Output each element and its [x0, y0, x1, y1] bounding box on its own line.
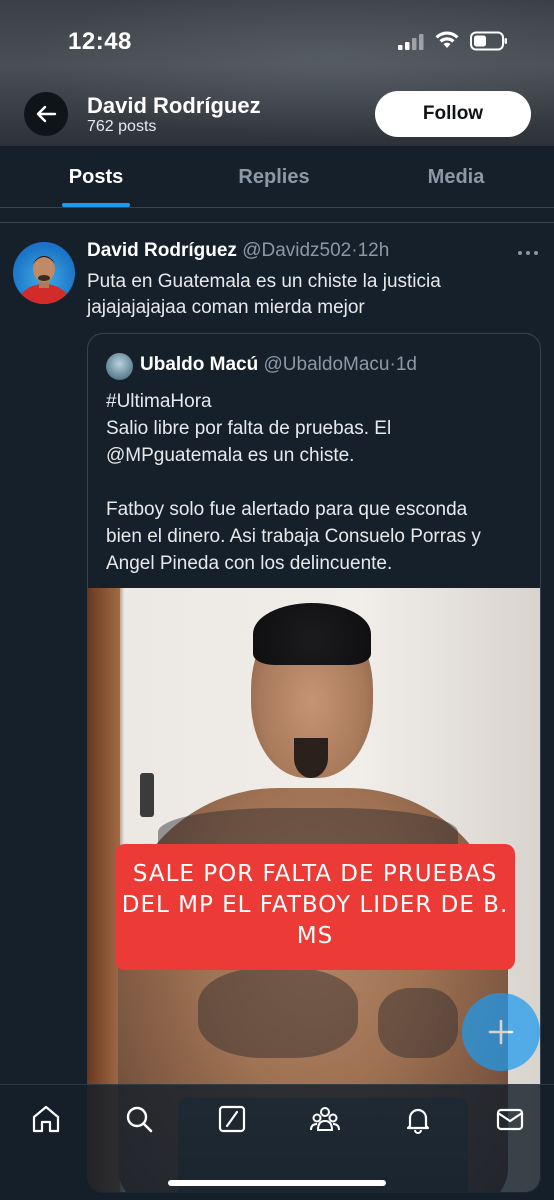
avatar-photo — [18, 256, 70, 304]
banner-line: SALE POR FALTA DE PRUEBAS — [132, 861, 498, 887]
communities-icon[interactable] — [309, 1103, 341, 1135]
tweet-author-handle[interactable]: @Davidz502 — [242, 240, 351, 261]
status-bar: 12:48 — [0, 0, 554, 80]
quoted-text-line: Salio libre por falta de pruebas. El — [106, 418, 392, 439]
tab-replies[interactable]: Replies — [178, 146, 370, 208]
tab-posts[interactable]: Posts — [0, 146, 192, 208]
quoted-author-avatar — [106, 353, 133, 380]
back-button[interactable] — [24, 92, 68, 136]
messages-icon[interactable] — [494, 1103, 526, 1135]
tattoo — [198, 968, 358, 1058]
status-time: 12:48 — [68, 28, 132, 55]
arrow-left-icon — [36, 105, 57, 123]
tweet-text-line: jajajajajajaa coman mierda mejor — [87, 297, 365, 318]
image-caption-banner: SALE POR FALTA DE PRUEBAS DEL MP EL FATB… — [115, 844, 515, 970]
person-goatee — [294, 738, 328, 778]
quoted-text-line: @MPguatemala es un chiste. — [106, 445, 355, 466]
divider — [0, 222, 554, 223]
follow-button[interactable]: Follow — [375, 91, 531, 137]
banner-line: MS — [296, 923, 334, 949]
quoted-author-handle: @UbaldoMacu — [263, 354, 390, 375]
profile-tabs: Posts Replies Media — [0, 146, 554, 208]
notifications-icon[interactable] — [402, 1103, 434, 1135]
post-count: 762 posts — [87, 118, 157, 135]
search-icon[interactable] — [123, 1103, 155, 1135]
tab-active-indicator — [62, 203, 130, 207]
tweet-time: 12h — [357, 240, 390, 261]
more-options-icon[interactable] — [516, 242, 540, 262]
quoted-text-line: bien el dinero. Asi trabaja Consuelo Por… — [106, 526, 481, 547]
tweet-text: Puta en Guatemala es un chiste la justic… — [87, 269, 527, 321]
plus-icon — [488, 1019, 514, 1045]
tweet-author-name[interactable]: David Rodríguez — [87, 240, 237, 261]
tweet-header: David Rodríguez @Davidz502·12h — [87, 240, 389, 262]
quoted-tweet-text: #UltimaHora Salio libre por falta de pru… — [106, 388, 531, 577]
avatar[interactable] — [13, 242, 75, 304]
home-indicator — [168, 1180, 386, 1186]
tweet-text-line: Puta en Guatemala es un chiste la justic… — [87, 271, 441, 292]
grok-icon[interactable] — [216, 1103, 248, 1135]
quoted-time: 1d — [395, 354, 417, 375]
quoted-text-line: Fatboy solo fue alertado para que escond… — [106, 499, 468, 520]
quoted-tweet-card[interactable]: Ubaldo Macú @UbaldoMacu·1d #UltimaHora S… — [87, 333, 541, 1193]
tab-media[interactable]: Media — [360, 146, 552, 208]
hashtag-link[interactable]: #UltimaHora — [106, 388, 531, 415]
door-hinge — [140, 773, 154, 817]
tattoo — [378, 988, 458, 1058]
wifi-icon — [435, 31, 459, 48]
battery-icon — [470, 31, 507, 51]
person-hair — [253, 603, 371, 665]
cellular-signal-icon — [398, 34, 424, 50]
quoted-text-line: Angel Pineda con los delincuente. — [106, 553, 393, 574]
quoted-author-name: Ubaldo Macú — [140, 354, 259, 375]
banner-line: DEL MP EL FATBOY LIDER DE B. — [121, 892, 509, 918]
profile-header: 12:48 David Rodríguez 762 posts Follow — [0, 0, 554, 146]
home-icon[interactable] — [30, 1103, 62, 1135]
profile-name: David Rodríguez — [87, 93, 261, 118]
quoted-tweet-header: Ubaldo Macú @UbaldoMacu·1d — [140, 354, 417, 376]
compose-button[interactable] — [462, 993, 540, 1071]
